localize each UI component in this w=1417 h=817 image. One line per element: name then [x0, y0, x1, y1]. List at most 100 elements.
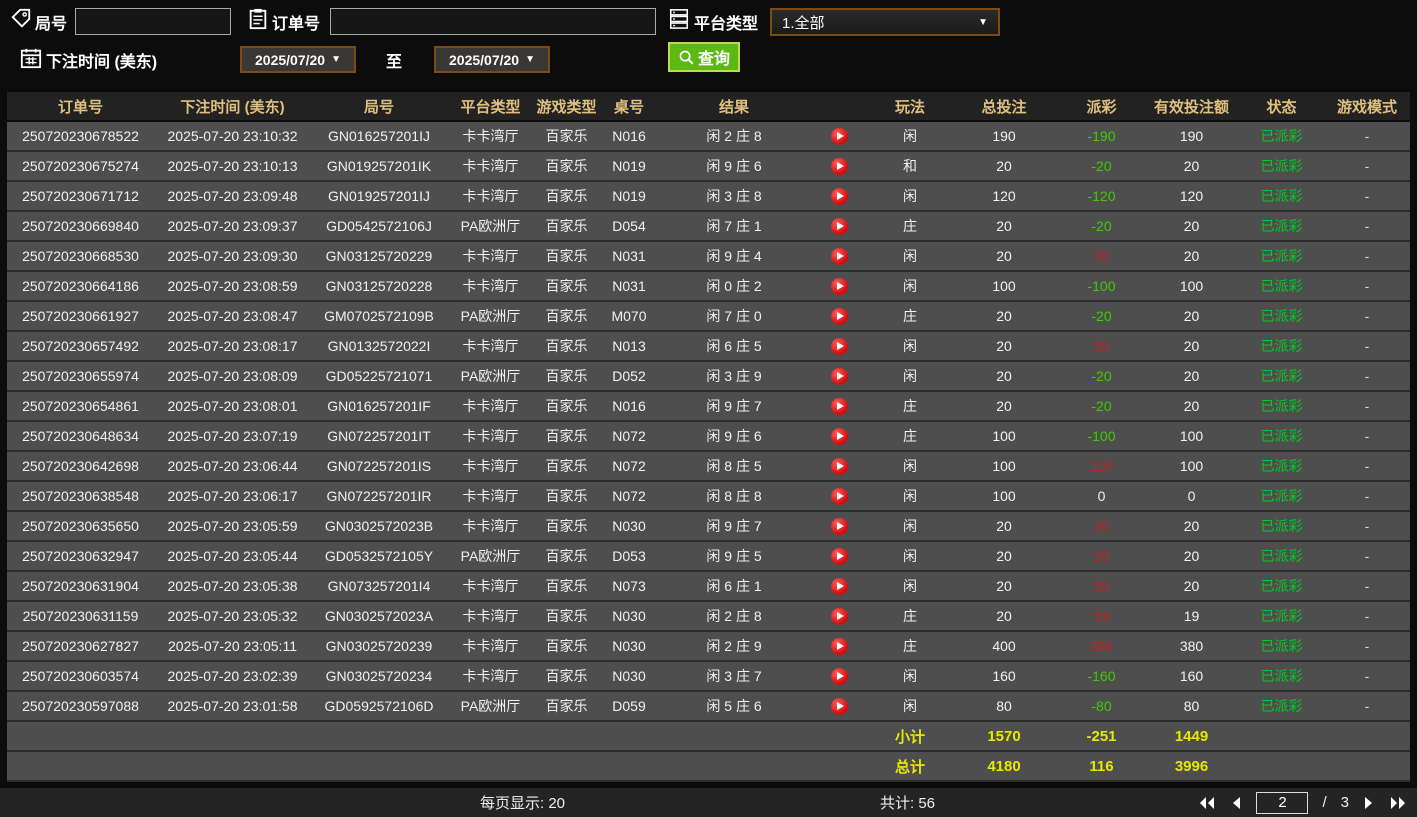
replay-play-button[interactable] — [831, 487, 848, 505]
cell-order-no: 250720230632947 — [22, 548, 139, 564]
replay-play-button[interactable] — [831, 337, 848, 355]
cell-valid-bet: 20 — [1183, 218, 1200, 234]
order-no-label: 订单号 — [272, 16, 321, 33]
cell-game-no: GN016257201IJ — [328, 128, 430, 144]
replay-play-button[interactable] — [831, 397, 848, 415]
table-row: 250720230675274 2025-07-20 23:10:13 GN01… — [7, 152, 1410, 182]
cell-payout: -100 — [1087, 428, 1116, 444]
first-page-button[interactable] — [1198, 796, 1216, 810]
cell-status: 已派彩 — [1260, 368, 1303, 384]
replay-play-button[interactable] — [831, 367, 848, 385]
cell-game-mode: - — [1364, 668, 1370, 684]
subtotal-label: 小计 — [894, 728, 925, 746]
subtotal-payout: -251 — [1086, 727, 1117, 745]
cell-platform: 卡卡湾厅 — [462, 608, 519, 624]
cell-game-no: GM0702572109B — [324, 308, 434, 324]
cell-result: 闲 8 庄 5 — [706, 458, 762, 474]
cell-result: 闲 2 庄 8 — [706, 608, 762, 624]
cell-game-mode: - — [1364, 248, 1370, 264]
search-button[interactable]: 查询 — [668, 42, 741, 72]
cell-order-no: 250720230661927 — [22, 308, 139, 324]
cell-result: 闲 6 庄 5 — [706, 338, 762, 354]
replay-play-button[interactable] — [831, 427, 848, 445]
cell-game-no: GD0532572105Y — [324, 548, 434, 564]
replay-play-button[interactable] — [831, 517, 848, 535]
current-page-input[interactable] — [1256, 791, 1309, 814]
cell-game-no: GD0592572106D — [324, 698, 434, 714]
cell-total-bet: 20 — [996, 338, 1012, 354]
cell-bet-time: 2025-07-20 23:05:11 — [168, 638, 297, 654]
cell-valid-bet: 120 — [1179, 188, 1204, 204]
cell-order-no: 250720230638548 — [22, 488, 139, 504]
replay-play-button[interactable] — [831, 547, 848, 565]
cell-platform: PA欧洲厅 — [460, 218, 521, 234]
table-row: 250720230661927 2025-07-20 23:08:47 GM07… — [7, 302, 1410, 332]
play-icon — [837, 342, 844, 350]
cell-result: 闲 5 庄 6 — [706, 698, 762, 714]
pagination-bar: 每页显示: 20 共计: 56 / 3 — [0, 786, 1417, 817]
previous-page-button[interactable] — [1230, 796, 1242, 810]
cell-play-type: 闲 — [903, 698, 917, 714]
date-from-select[interactable]: 2025/07/20 ▼ — [240, 46, 356, 73]
cell-play-type: 闲 — [903, 578, 917, 594]
cell-status: 已派彩 — [1260, 218, 1303, 234]
table-row: 250720230678522 2025-07-20 23:10:32 GN01… — [7, 122, 1410, 152]
replay-play-button[interactable] — [831, 217, 848, 235]
cell-play-type: 庄 — [903, 638, 917, 654]
total-count-label: 共计: 56 — [880, 795, 936, 812]
cell-payout: 380 — [1089, 638, 1114, 654]
replay-play-button[interactable] — [831, 277, 848, 295]
col-header-result: 结果 — [718, 98, 749, 116]
cell-payout: 100 — [1089, 458, 1114, 474]
cell-payout: -190 — [1087, 128, 1116, 144]
total-payout: 116 — [1089, 757, 1114, 775]
replay-play-button[interactable] — [831, 307, 848, 325]
cell-game-no: GN03025720239 — [325, 638, 433, 654]
cell-play-type: 闲 — [903, 188, 917, 204]
replay-play-button[interactable] — [831, 157, 848, 175]
replay-play-button[interactable] — [831, 457, 848, 475]
cell-payout: 20 — [1093, 248, 1110, 264]
cell-game-mode: - — [1364, 338, 1370, 354]
subtotal-valid: 1449 — [1174, 727, 1209, 745]
play-icon — [837, 402, 844, 410]
replay-play-button[interactable] — [831, 127, 848, 145]
cell-game-mode: - — [1364, 548, 1370, 564]
next-page-button[interactable] — [1363, 796, 1375, 810]
table-body: 250720230678522 2025-07-20 23:10:32 GN01… — [7, 122, 1410, 722]
cell-game-type: 百家乐 — [545, 278, 588, 294]
replay-play-button[interactable] — [831, 637, 848, 655]
cell-order-no: 250720230675274 — [22, 158, 139, 174]
play-icon — [837, 192, 844, 200]
date-to-select[interactable]: 2025/07/20 ▼ — [434, 46, 550, 73]
cell-total-bet: 20 — [996, 218, 1012, 234]
table-row: 250720230655974 2025-07-20 23:08:09 GD05… — [7, 362, 1410, 392]
replay-play-button[interactable] — [831, 577, 848, 595]
col-header-play-type: 玩法 — [894, 98, 925, 116]
col-header-game-mode: 游戏模式 — [1336, 98, 1397, 116]
cell-bet-time: 2025-07-20 23:05:32 — [167, 608, 298, 624]
chevron-down-icon: ▼ — [331, 54, 341, 65]
search-icon — [678, 49, 695, 66]
table-row: 250720230642698 2025-07-20 23:06:44 GN07… — [7, 452, 1410, 482]
replay-play-button[interactable] — [831, 247, 848, 265]
last-page-button[interactable] — [1389, 796, 1407, 810]
cell-game-type: 百家乐 — [545, 158, 588, 174]
cell-game-type: 百家乐 — [545, 608, 588, 624]
replay-play-button[interactable] — [831, 187, 848, 205]
order-no-input[interactable] — [330, 8, 656, 35]
cell-game-mode: - — [1364, 608, 1370, 624]
game-no-input[interactable] — [75, 8, 231, 35]
replay-play-button[interactable] — [831, 607, 848, 625]
subtotal-bet: 1570 — [987, 727, 1021, 745]
replay-play-button[interactable] — [831, 697, 848, 715]
replay-play-button[interactable] — [831, 667, 848, 685]
cell-platform: 卡卡湾厅 — [462, 638, 519, 654]
cell-order-no: 250720230668530 — [22, 248, 139, 264]
cell-total-bet: 20 — [996, 368, 1012, 384]
platform-type-select[interactable]: 1.全部 ▼ — [770, 8, 1000, 36]
cell-platform: 卡卡湾厅 — [462, 668, 519, 684]
cell-status: 已派彩 — [1260, 608, 1303, 624]
date-from-value: 2025/07/20 — [255, 51, 326, 68]
cell-bet-time: 2025-07-20 23:02:39 — [167, 668, 298, 684]
